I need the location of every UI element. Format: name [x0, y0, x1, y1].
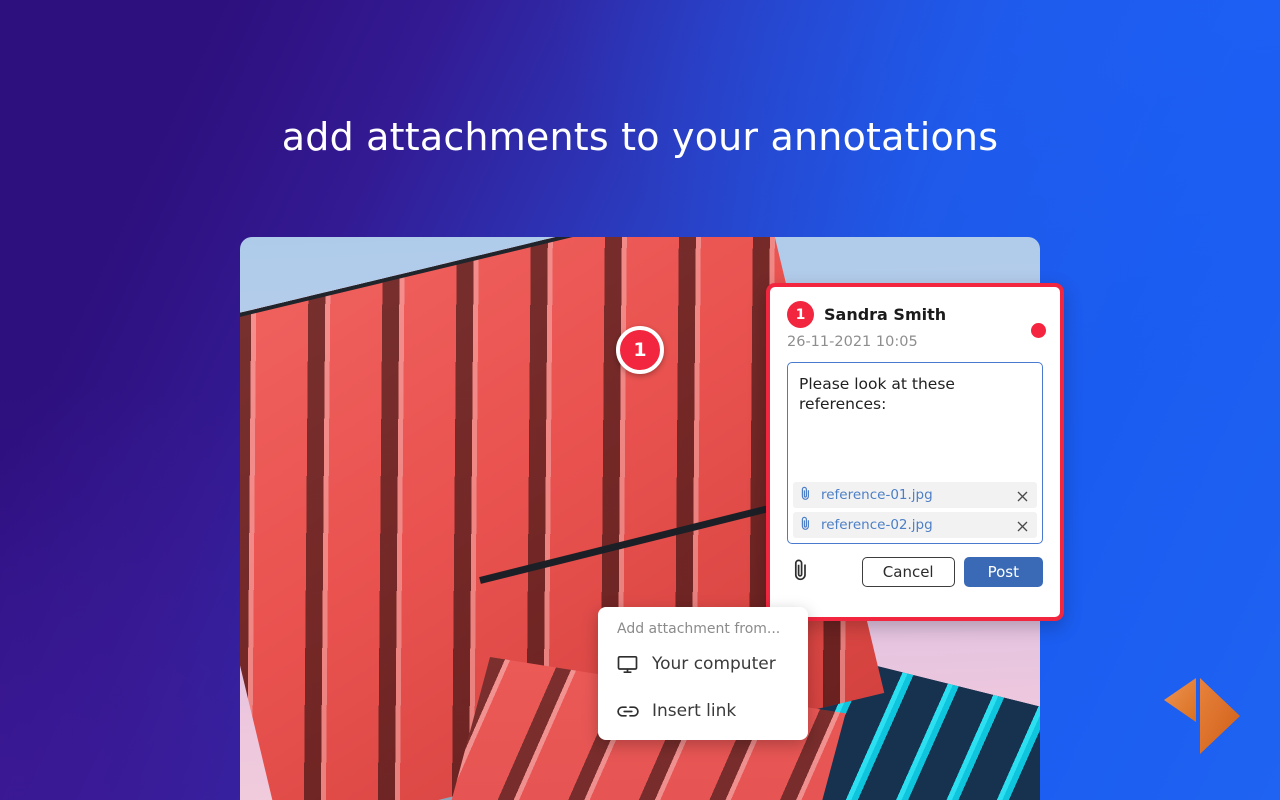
attachment-filename[interactable]: reference-01.jpg: [821, 487, 1016, 503]
paperclip-icon: [800, 516, 814, 535]
comment-author: Sandra Smith: [824, 305, 947, 324]
comment-popup-actions: Cancel Post: [787, 557, 1043, 587]
comment-input-area[interactable]: Please look at these references: referen…: [787, 362, 1043, 544]
comment-popup-header: 1 Sandra Smith: [787, 301, 1046, 338]
monitor-icon: [617, 655, 639, 674]
paperclip-icon: [800, 486, 814, 505]
menu-item-label: Insert link: [652, 701, 737, 721]
close-icon[interactable]: [1016, 518, 1030, 532]
comment-popup[interactable]: 1 Sandra Smith 26-11-2021 10:05 Please l…: [766, 283, 1064, 621]
paperclip-icon: [792, 558, 809, 586]
comment-timestamp: 26-11-2021 10:05: [787, 334, 918, 350]
avatar-number: 1: [795, 306, 806, 323]
comment-textarea[interactable]: Please look at these references:: [788, 363, 1042, 482]
page-title: add attachments to your annotations: [281, 115, 999, 159]
attachment-item[interactable]: reference-01.jpg: [793, 482, 1037, 508]
arrow-logo: [1160, 668, 1252, 763]
status-badge: [1031, 323, 1046, 338]
post-button[interactable]: Post: [963, 557, 1043, 587]
annotation-marker-1[interactable]: 1: [616, 326, 664, 374]
menu-item-label: Your computer: [652, 654, 776, 674]
attachment-item[interactable]: reference-02.jpg: [793, 512, 1037, 538]
link-icon: [617, 705, 639, 718]
attachment-list: reference-01.jpg reference-02.jpg: [788, 482, 1042, 543]
menu-item-your-computer[interactable]: Your computer: [598, 644, 808, 684]
attachment-source-menu[interactable]: Add attachment from... Your computer Ins…: [598, 607, 808, 740]
attachment-filename[interactable]: reference-02.jpg: [821, 517, 1016, 533]
cancel-button[interactable]: Cancel: [861, 557, 955, 587]
close-icon[interactable]: [1016, 488, 1030, 502]
menu-item-insert-link[interactable]: Insert link: [598, 691, 808, 731]
avatar: 1: [787, 301, 814, 328]
add-attachment-button[interactable]: [787, 557, 813, 587]
menu-title: Add attachment from...: [617, 621, 781, 637]
annotation-marker-number: 1: [633, 339, 647, 361]
